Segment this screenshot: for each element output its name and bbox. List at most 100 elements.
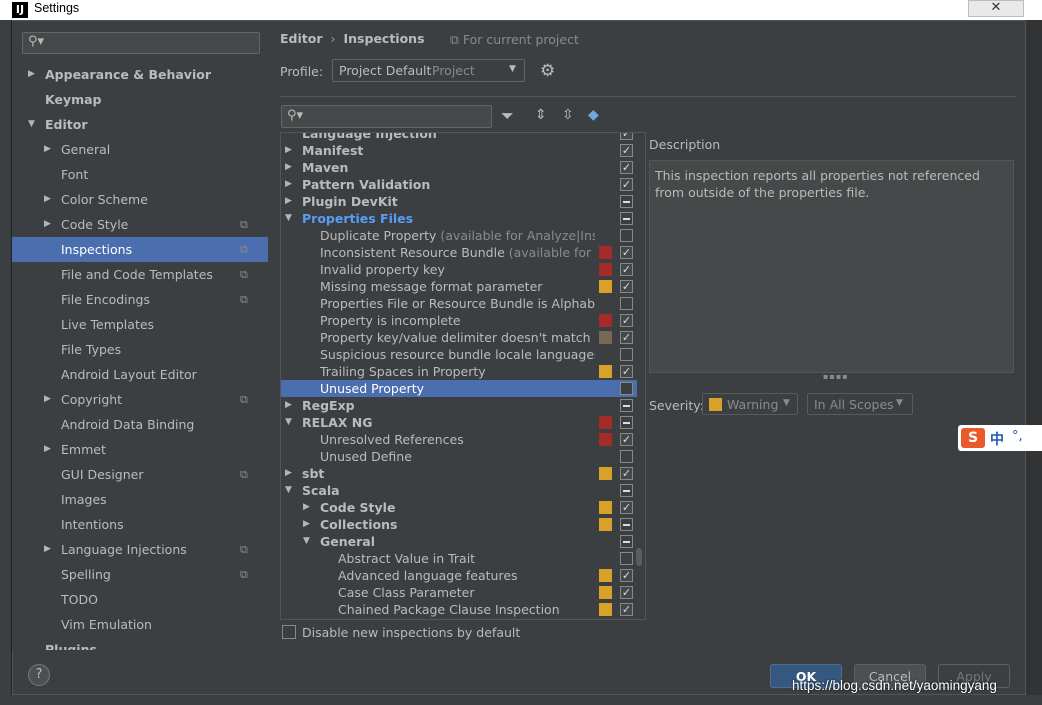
- tree-row[interactable]: ▼ General: [281, 533, 633, 550]
- tree-row[interactable]: ▶ Pattern Validation ✓: [281, 176, 633, 193]
- chevron-right-icon[interactable]: ▶: [28, 62, 35, 87]
- tree-row[interactable]: ▶ Maven ✓: [281, 159, 633, 176]
- sidebar-item-file-types[interactable]: File Types: [12, 337, 268, 362]
- inspection-enable-checkbox[interactable]: [620, 348, 633, 361]
- tree-row[interactable]: Language Injection ✓: [281, 133, 633, 142]
- inspection-enable-checkbox[interactable]: [620, 212, 633, 225]
- sidebar-item-intentions[interactable]: Intentions: [12, 512, 268, 537]
- inspection-enable-checkbox[interactable]: ✓: [620, 586, 633, 599]
- severity-dropdown[interactable]: Warning ▼: [702, 393, 798, 415]
- inspection-enable-checkbox[interactable]: ✓: [620, 263, 633, 276]
- inspection-enable-checkbox[interactable]: [620, 518, 633, 531]
- sidebar-item-color-scheme[interactable]: ▶ Color Scheme: [12, 187, 268, 212]
- tree-row[interactable]: ▶ Collections: [281, 516, 633, 533]
- inspection-enable-checkbox[interactable]: ✓: [620, 501, 633, 514]
- chevron-right-icon[interactable]: ▶: [44, 187, 51, 212]
- inspection-enable-checkbox[interactable]: ✓: [620, 133, 633, 140]
- sidebar-item-emmet[interactable]: ▶ Emmet: [12, 437, 268, 462]
- sidebar-item-code-style[interactable]: ▶ Code Style ⧉: [12, 212, 268, 237]
- inspection-enable-checkbox[interactable]: ✓: [620, 280, 633, 293]
- tree-row[interactable]: Advanced language features ✓: [281, 567, 633, 584]
- ime-mode-chinese[interactable]: 中: [990, 429, 1004, 449]
- inspection-enable-checkbox[interactable]: [620, 535, 633, 548]
- disable-new-inspections-checkbox[interactable]: [282, 625, 296, 639]
- chevron-right-icon[interactable]: ▶: [285, 176, 292, 193]
- sidebar-item-spelling[interactable]: Spelling ⧉: [12, 562, 268, 587]
- inspection-enable-checkbox[interactable]: ✓: [620, 331, 633, 344]
- inspection-enable-checkbox[interactable]: [620, 297, 633, 310]
- tree-row[interactable]: Property is incomplete ✓: [281, 312, 633, 329]
- tree-row[interactable]: ▶ Manifest ✓: [281, 142, 633, 159]
- tree-row[interactable]: ▶ RegExp: [281, 397, 633, 414]
- tree-row[interactable]: ▼ Properties Files: [281, 210, 633, 227]
- tree-row[interactable]: Invalid property key ✓: [281, 261, 633, 278]
- sidebar-item-font[interactable]: Font: [12, 162, 268, 187]
- sidebar-item-inspections[interactable]: Inspections ⧉: [12, 237, 268, 262]
- tree-row[interactable]: Unused Define: [281, 448, 633, 465]
- inspection-enable-checkbox[interactable]: [620, 399, 633, 412]
- chevron-down-icon[interactable]: ▼: [28, 112, 35, 137]
- chevron-right-icon[interactable]: ▶: [285, 465, 292, 482]
- sidebar-item-todo[interactable]: TODO: [12, 587, 268, 612]
- sidebar-item-editor[interactable]: ▼ Editor: [12, 112, 268, 137]
- sidebar-item-keymap[interactable]: Keymap: [12, 87, 268, 112]
- inspection-enable-checkbox[interactable]: ✓: [620, 178, 633, 191]
- tree-row[interactable]: Chained Package Clause Inspection ✓: [281, 601, 633, 618]
- inspection-enable-checkbox[interactable]: ✓: [620, 569, 633, 582]
- inspection-enable-checkbox[interactable]: [620, 382, 633, 395]
- tree-row[interactable]: Comparing unrelated types✓: [281, 618, 621, 619]
- sidebar-item-vim-emulation[interactable]: Vim Emulation: [12, 612, 268, 637]
- ime-punctuation[interactable]: °,: [1012, 429, 1023, 444]
- chevron-right-icon[interactable]: ▶: [44, 537, 51, 562]
- inspection-enable-checkbox[interactable]: ✓: [620, 603, 633, 616]
- scope-dropdown[interactable]: In All Scopes ▼: [807, 393, 913, 415]
- gear-icon[interactable]: ⚙: [540, 61, 555, 81]
- splitter-grip[interactable]: ▪▪▪▪: [823, 372, 849, 381]
- filter-icon[interactable]: ⏷: [501, 106, 514, 126]
- tree-row[interactable]: ▶ sbt ✓: [281, 465, 633, 482]
- disable-new-inspections-label[interactable]: Disable new inspections by default: [302, 625, 520, 640]
- breadcrumb-editor[interactable]: Editor: [280, 31, 323, 46]
- tree-row[interactable]: ▼ RELAX NG: [281, 414, 633, 431]
- chevron-right-icon[interactable]: ▶: [285, 159, 292, 176]
- tree-row[interactable]: Properties File or Resource Bundle is Al…: [281, 295, 633, 312]
- sidebar-item-gui-designer[interactable]: GUI Designer ⧉: [12, 462, 268, 487]
- chevron-down-icon[interactable]: ▼: [285, 414, 292, 431]
- inspection-enable-checkbox[interactable]: ✓: [620, 467, 633, 480]
- tree-row[interactable]: Duplicate Property (available for Analyz…: [281, 227, 633, 244]
- tree-row[interactable]: ▶ Plugin DevKit: [281, 193, 633, 210]
- tree-row[interactable]: Suspicious resource bundle locale langua…: [281, 346, 633, 363]
- help-button[interactable]: ?: [28, 664, 50, 686]
- chevron-right-icon[interactable]: ▶: [44, 137, 51, 162]
- inspection-enable-checkbox[interactable]: ✓: [620, 246, 633, 259]
- chevron-down-icon[interactable]: ▼: [303, 533, 310, 550]
- inspection-search-input[interactable]: ⚲▾: [281, 105, 492, 128]
- sidebar-item-android-layout-editor[interactable]: Android Layout Editor: [12, 362, 268, 387]
- inspection-enable-checkbox[interactable]: [620, 552, 633, 565]
- tree-row[interactable]: Missing message format parameter ✓: [281, 278, 633, 295]
- tree-scrollbar[interactable]: [636, 548, 642, 566]
- chevron-right-icon[interactable]: ▶: [303, 516, 310, 533]
- collapse-all-icon[interactable]: ⇳: [562, 107, 574, 123]
- inspection-enable-checkbox[interactable]: [620, 229, 633, 242]
- inspection-enable-checkbox[interactable]: [620, 484, 633, 497]
- sidebar-item-plugins[interactable]: Plugins: [12, 637, 268, 650]
- tree-row[interactable]: Property key/value delimiter doesn't mat…: [281, 329, 633, 346]
- inspection-enable-checkbox[interactable]: ✓: [620, 433, 633, 446]
- chevron-down-icon[interactable]: ▼: [285, 482, 292, 499]
- inspection-enable-checkbox[interactable]: [620, 450, 633, 463]
- tree-row[interactable]: Case Class Parameter ✓: [281, 584, 633, 601]
- sidebar-item-copyright[interactable]: ▶ Copyright ⧉: [12, 387, 268, 412]
- chevron-right-icon[interactable]: ▶: [44, 212, 51, 237]
- inspection-enable-checkbox[interactable]: ✓: [620, 365, 633, 378]
- inspection-enable-checkbox[interactable]: [620, 416, 633, 429]
- tree-row[interactable]: ▶ Code Style ✓: [281, 499, 633, 516]
- inspection-enable-checkbox[interactable]: [620, 195, 633, 208]
- tree-row[interactable]: Abstract Value in Trait: [281, 550, 633, 567]
- chevron-right-icon[interactable]: ▶: [285, 397, 292, 414]
- inspection-enable-checkbox[interactable]: ✓: [620, 144, 633, 157]
- tree-row[interactable]: ▼ Scala: [281, 482, 633, 499]
- expand-all-icon[interactable]: ⇕: [535, 107, 547, 123]
- tree-row[interactable]: Trailing Spaces in Property ✓: [281, 363, 633, 380]
- ime-toolbar[interactable]: S 中 °,: [958, 425, 1042, 451]
